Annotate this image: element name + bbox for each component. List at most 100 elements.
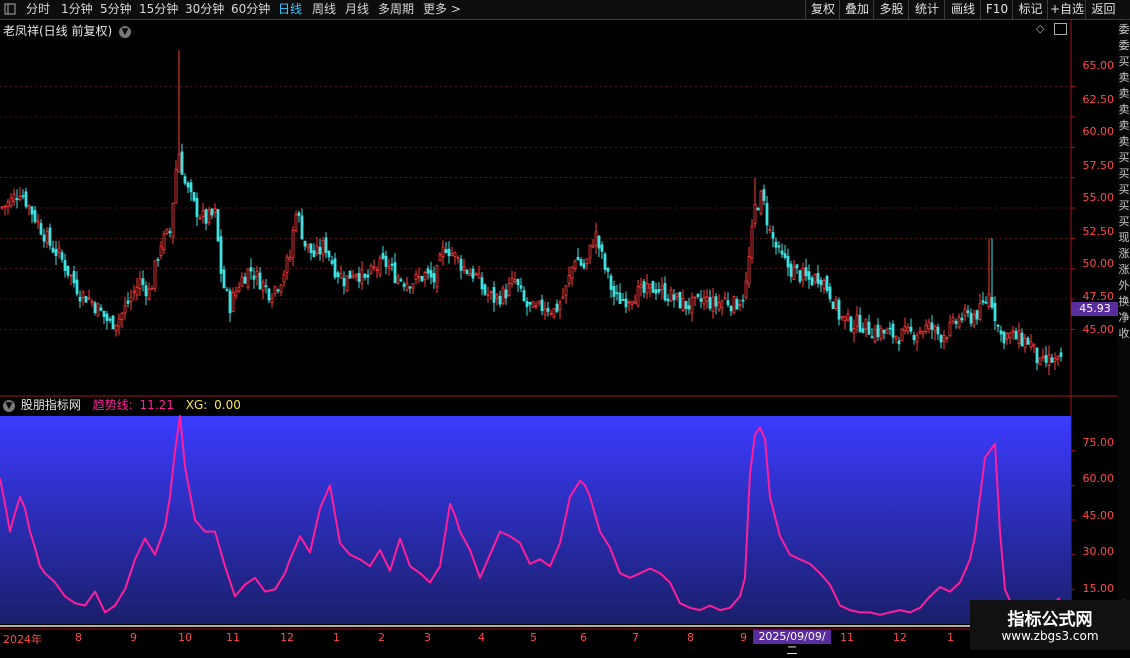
quote-panel-char: 委 xyxy=(1118,39,1130,52)
cursor-date-badge: 2025/09/09/二 xyxy=(753,630,831,657)
candle-body xyxy=(690,296,694,314)
candle-body xyxy=(87,297,91,300)
candle-body xyxy=(126,300,130,304)
x-axis-label: 9 xyxy=(130,631,137,644)
candle-body xyxy=(249,267,253,272)
diamond-icon[interactable]: ◇ xyxy=(1036,22,1044,35)
candle-body xyxy=(237,287,241,292)
candle-body xyxy=(900,328,904,342)
candle-body xyxy=(354,273,358,277)
candle-body xyxy=(321,240,325,256)
candle-body xyxy=(3,205,7,208)
candle-body xyxy=(222,269,226,289)
indicator-name: 股朋指标网 xyxy=(20,398,81,412)
quote-panel-char: 现 xyxy=(1118,231,1130,244)
candle-body xyxy=(663,283,667,301)
candle-body xyxy=(330,260,334,264)
candle-body xyxy=(930,322,934,330)
candle-body xyxy=(954,320,958,324)
candle-body xyxy=(594,231,598,247)
x-axis-label: 10 xyxy=(178,631,192,644)
quote-panel-char: 买 xyxy=(1118,215,1130,228)
candle-body xyxy=(264,285,268,288)
quote-panel-char: 委 xyxy=(1118,23,1130,36)
candle-body xyxy=(738,303,742,307)
candle-body xyxy=(300,215,304,240)
candle-body xyxy=(543,308,547,316)
candle-body xyxy=(678,292,682,309)
candle-body xyxy=(153,260,157,289)
candle-body xyxy=(273,286,277,295)
candle-body xyxy=(642,281,646,293)
candle-body xyxy=(234,290,238,297)
candle-body xyxy=(282,273,286,283)
candle-body xyxy=(936,326,940,335)
candle-body xyxy=(840,316,844,319)
candle-body xyxy=(312,250,316,257)
candle-body xyxy=(1056,355,1060,360)
candle-body xyxy=(768,229,772,231)
candle-body xyxy=(18,195,22,200)
candle-body xyxy=(474,273,478,276)
candle-body xyxy=(996,324,1000,327)
candle-body xyxy=(882,329,886,334)
candle-body xyxy=(441,246,445,258)
candle-body xyxy=(792,266,796,280)
candle-body xyxy=(720,300,724,308)
candle-body xyxy=(6,201,10,208)
candle-body xyxy=(924,324,928,332)
candle-body xyxy=(897,340,901,345)
candle-body xyxy=(345,275,349,292)
candle-body xyxy=(933,325,937,332)
candle-body xyxy=(375,269,379,271)
candle-body xyxy=(957,316,961,328)
chevron-down-icon[interactable]: ▼ xyxy=(119,25,132,38)
xg-label: XG: xyxy=(185,398,208,412)
candle-body xyxy=(609,275,613,290)
candle-body xyxy=(600,244,604,252)
candle-body xyxy=(1038,357,1042,365)
candle-body xyxy=(831,301,835,310)
candle-body xyxy=(951,317,955,322)
candle-body xyxy=(708,297,712,309)
candle-body xyxy=(777,245,781,248)
candle-body xyxy=(111,315,115,330)
candle-body xyxy=(432,273,436,283)
y-tick-label: 65.00 xyxy=(1082,59,1115,72)
x-axis-label: 9 xyxy=(740,631,747,644)
candle-body xyxy=(207,209,211,223)
chevron-down-icon[interactable]: ▼ xyxy=(3,399,15,412)
candle-body xyxy=(192,192,196,201)
candle-body xyxy=(360,269,364,284)
window-toggle-icon[interactable] xyxy=(1054,23,1067,35)
candle-body xyxy=(597,235,601,249)
candle-body xyxy=(621,299,625,301)
candle-body xyxy=(177,153,181,173)
candle-body xyxy=(567,274,571,285)
y-tick-label: 50.00 xyxy=(1082,257,1115,270)
candle-body xyxy=(750,225,754,259)
candle-body xyxy=(1020,332,1024,347)
candle-body xyxy=(51,247,55,253)
candle-body xyxy=(585,258,589,265)
quote-panel-char: 买 xyxy=(1118,183,1130,196)
candle-body xyxy=(117,318,121,327)
candle-body xyxy=(537,300,541,304)
candle-body xyxy=(516,278,520,286)
x-axis-label: 4 xyxy=(478,631,485,644)
indicator-y-tick: 30.00 xyxy=(1082,545,1115,558)
candle-body xyxy=(357,273,361,282)
watermark-title: 指标公式网 xyxy=(1007,610,1093,630)
candle-body xyxy=(705,295,709,302)
candle-body xyxy=(492,287,496,303)
price-chart[interactable] xyxy=(0,0,1118,630)
candle-body xyxy=(789,263,793,277)
candle-body xyxy=(381,252,385,259)
candle-body xyxy=(1005,333,1009,340)
candle-body xyxy=(318,246,322,255)
candle-body xyxy=(324,237,328,253)
candle-body xyxy=(648,283,652,289)
candle-body xyxy=(429,270,433,278)
x-axis-label: 8 xyxy=(687,631,694,644)
candle-body xyxy=(744,280,748,298)
